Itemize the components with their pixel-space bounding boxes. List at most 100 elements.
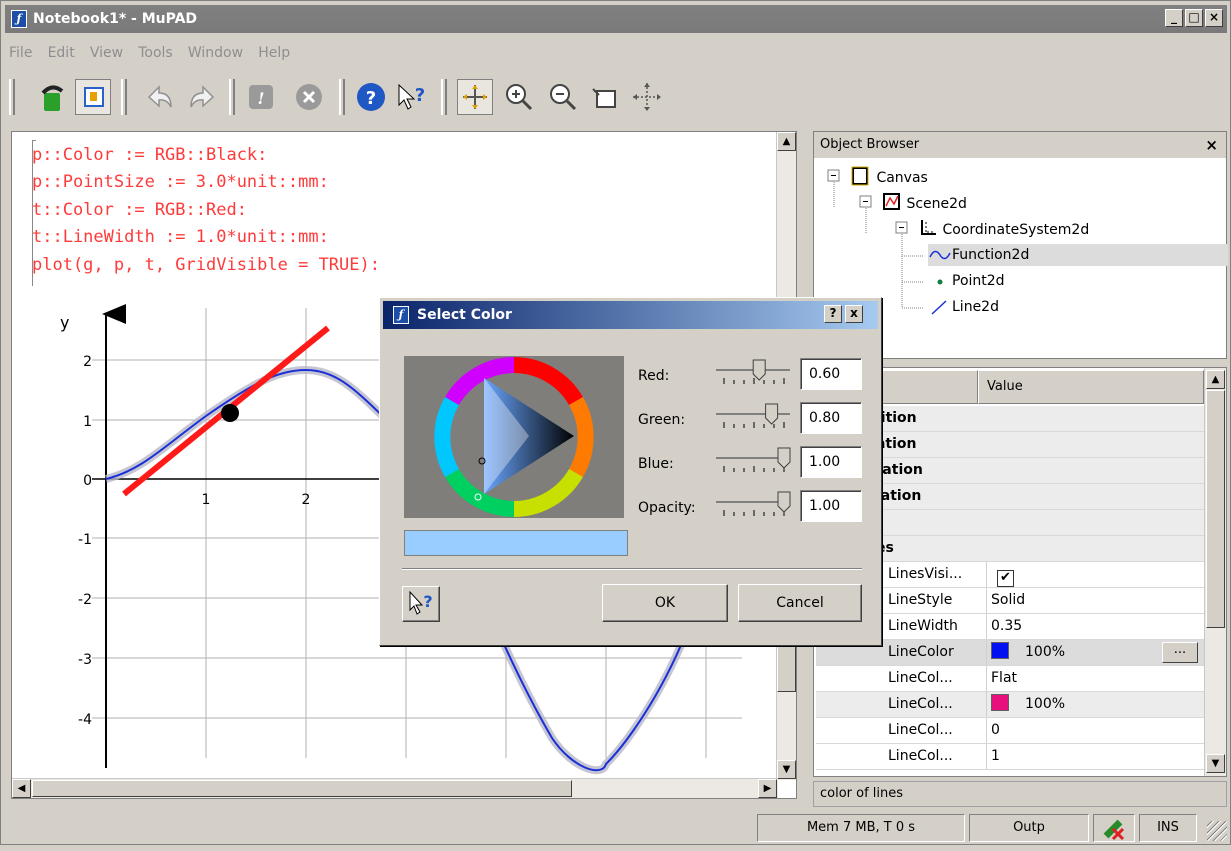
opacity-slider[interactable]	[714, 490, 794, 520]
canvas-icon	[851, 166, 869, 186]
line-color-percent: 100%	[1025, 644, 1066, 660]
status-bar: Mem 7 MB, T 0 s Outp INS	[1, 811, 1231, 846]
scroll-up-button[interactable]: ▲	[1206, 370, 1225, 389]
zoom-out-icon[interactable]	[545, 79, 581, 115]
scroll-up-button[interactable]: ▲	[777, 132, 796, 151]
menu-file[interactable]: File	[9, 45, 32, 61]
cancel-button[interactable]: Cancel	[738, 584, 862, 622]
stop-icon[interactable]	[291, 79, 327, 115]
menu-view[interactable]: View	[90, 45, 123, 61]
context-help-button[interactable]: ?	[402, 586, 440, 622]
property-key: LinesVisi...	[888, 566, 963, 582]
scroll-right-button[interactable]: ▶	[758, 779, 777, 798]
blue-slider[interactable]	[714, 446, 794, 476]
tree-node-function2d[interactable]: Function2d	[928, 244, 1228, 266]
close-icon[interactable]: ×	[1205, 132, 1218, 158]
context-help-icon: ?	[409, 590, 433, 615]
maximize-button[interactable]: □	[1185, 9, 1203, 27]
context-help-icon[interactable]: ?	[393, 79, 429, 115]
memory-status: Mem 7 MB, T 0 s	[757, 814, 965, 842]
scroll-down-button[interactable]: ▼	[777, 760, 796, 779]
pointer-icon[interactable]	[457, 79, 493, 115]
redo-icon[interactable]	[185, 79, 221, 115]
menu-tools[interactable]: Tools	[138, 45, 173, 61]
property-row[interactable]: LineCol... 100%	[816, 692, 1204, 718]
toolbar-separator	[339, 79, 345, 115]
dialog-help-button[interactable]: ?	[824, 305, 842, 323]
help-icon[interactable]: ?	[353, 79, 389, 115]
property-row[interactable]: LineCol... 0	[816, 718, 1204, 744]
y-tick: -2	[78, 592, 92, 608]
select-color-dialog: ƒ Select Color ? x Red: Green: Blue: Opa…	[379, 297, 882, 646]
property-key: LineCol...	[888, 748, 953, 764]
svg-text:?: ?	[423, 592, 432, 611]
crop-icon[interactable]	[587, 79, 623, 115]
toggle-icon[interactable]	[75, 79, 111, 115]
ok-button[interactable]: OK	[602, 584, 728, 622]
property-key: LineCol...	[888, 696, 953, 712]
mupad-window: ƒ Notebook1* - MuPAD _ □ × File Edit Vie…	[0, 0, 1231, 845]
blue-value-input[interactable]: 1.00	[800, 446, 862, 478]
slider-thumb[interactable]	[777, 447, 791, 469]
color-wheel[interactable]	[404, 356, 624, 518]
red-value-input[interactable]: 0.60	[800, 358, 862, 390]
green-value-input[interactable]: 0.80	[800, 402, 862, 434]
value-header-label: Value	[987, 379, 1023, 394]
property-row[interactable]: LineCol... 1	[816, 744, 1204, 770]
slider-thumb[interactable]	[777, 491, 791, 513]
x-ticks: 1 2	[202, 492, 311, 508]
scroll-thumb[interactable]	[1206, 390, 1225, 628]
x-tick: 1	[202, 492, 211, 508]
resize-grip[interactable]	[1207, 821, 1227, 841]
value-column-header[interactable]: Value	[978, 370, 1204, 404]
svg-text:?: ?	[366, 88, 376, 109]
window-title: Notebook1* - MuPAD	[33, 11, 198, 27]
red-slider[interactable]	[714, 358, 794, 388]
tree-node-canvas[interactable]: Canvas	[850, 166, 928, 188]
code-line: t::LineWidth := 1.0*unit::mm:	[32, 227, 329, 248]
dialog-close-button[interactable]: x	[845, 305, 863, 323]
property-key: LineWidth	[888, 618, 958, 634]
close-button[interactable]: ×	[1205, 9, 1223, 27]
move-icon[interactable]	[629, 79, 665, 115]
undo-icon[interactable]	[141, 79, 177, 115]
property-row[interactable]: LineCol... Flat	[816, 666, 1204, 692]
tree-node-coordinatesystem2d[interactable]: CoordinateSystem2d	[918, 218, 1089, 240]
slider-thumb[interactable]	[752, 359, 766, 381]
menu-help[interactable]: Help	[258, 45, 290, 61]
code-block[interactable]: p::Color := RGB::Black: p::PointSize := …	[32, 142, 380, 279]
tree-node-label: Canvas	[876, 170, 928, 186]
insert-mode-status: INS	[1139, 814, 1197, 842]
color-picker-button[interactable]: ...	[1162, 642, 1198, 663]
toolbar-separator	[441, 79, 447, 115]
evaluate-icon[interactable]: !	[243, 79, 279, 115]
opacity-value-input[interactable]: 1.00	[800, 490, 862, 522]
scroll-left-button[interactable]: ◀	[12, 779, 31, 798]
properties-vertical-scrollbar[interactable]: ▲ ▼	[1204, 368, 1226, 776]
menu-edit[interactable]: Edit	[48, 45, 75, 61]
code-line: p::PointSize := 3.0*unit::mm:	[32, 172, 329, 193]
zoom-in-icon[interactable]	[501, 79, 537, 115]
slider-thumb[interactable]	[765, 403, 779, 425]
tree-node-label: Scene2d	[906, 196, 967, 212]
green-slider[interactable]	[714, 402, 794, 432]
property-key: LineCol...	[888, 722, 953, 738]
y-axis-label: y	[60, 313, 69, 332]
toolbar-grip[interactable]	[9, 79, 15, 115]
notebook-horizontal-scrollbar[interactable]: ◀ ▶	[12, 778, 778, 798]
minimize-button[interactable]: _	[1165, 9, 1183, 27]
scroll-down-button[interactable]: ▼	[1206, 754, 1225, 773]
open-icon[interactable]	[35, 79, 71, 115]
tree-node-scene2d[interactable]: Scene2d	[882, 192, 967, 214]
property-key: LineStyle	[888, 592, 953, 608]
tree-node-label: Point2d	[952, 273, 1005, 289]
tree-node-point2d[interactable]: Point2d	[928, 270, 1005, 292]
property-key: LineCol...	[888, 670, 953, 686]
lines-visible-checkbox[interactable]: ✔	[997, 570, 1014, 587]
horizontal-scroll-thumb[interactable]	[32, 780, 572, 797]
property-value: Flat	[986, 666, 1196, 691]
menu-window[interactable]: Window	[188, 45, 243, 61]
line-icon	[931, 300, 947, 315]
tree-node-line2d[interactable]: Line2d	[928, 296, 999, 318]
y-ticks: 2 1 0 -1 -2 -3 -4	[78, 354, 92, 728]
